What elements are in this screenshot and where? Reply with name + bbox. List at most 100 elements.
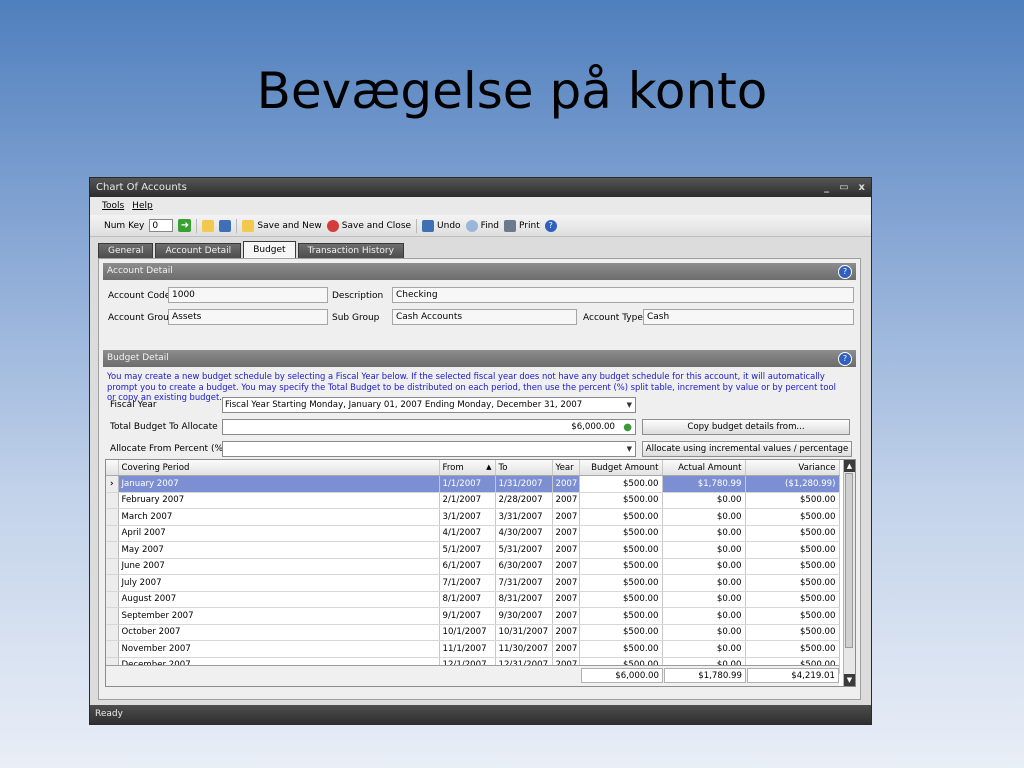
cell-budget[interactable]: $500.00	[579, 574, 663, 592]
cell-actual: $0.00	[662, 541, 746, 559]
cell-budget[interactable]: $500.00	[579, 624, 663, 641]
cell-budget[interactable]: $500.00	[579, 492, 663, 509]
account-code-field[interactable]: 1000	[168, 287, 328, 303]
column-header-from[interactable]: From ▲	[439, 460, 496, 476]
save-and-new-button[interactable]: Save and New	[242, 219, 322, 232]
cell-period: July 2007	[118, 574, 440, 592]
cell-budget[interactable]: $500.00	[579, 508, 663, 526]
table-row[interactable]: July 2007 7/1/2007 7/31/2007 2007 $500.00 $0.…	[106, 574, 840, 592]
table-row[interactable]: March 2007 3/1/2007 3/31/2007 2007 $500.00 $0…	[106, 508, 840, 526]
column-header-period[interactable]: Covering Period	[118, 460, 440, 476]
cell-actual: $0.00	[662, 574, 746, 592]
row-indicator[interactable]	[106, 574, 119, 592]
save-icon[interactable]	[219, 219, 232, 232]
table-row[interactable]: April 2007 4/1/2007 4/30/2007 2007 $500.00 $0…	[106, 525, 840, 542]
close-button[interactable]: x	[859, 178, 865, 197]
tab-general[interactable]: General	[98, 243, 154, 259]
find-button[interactable]: Find	[465, 219, 499, 232]
help-icon[interactable]: ?	[838, 265, 852, 279]
description-field[interactable]: Checking	[392, 287, 854, 303]
table-row[interactable]: September 2007 9/1/2007 9/30/2007 2007 $500.…	[106, 607, 840, 625]
go-arrow-icon[interactable]: ➜	[178, 219, 192, 232]
table-row[interactable]: May 2007 5/1/2007 5/31/2007 2007 $500.00 $0.0…	[106, 541, 840, 559]
tab-transaction-history[interactable]: Transaction History	[297, 243, 404, 259]
column-header-variance[interactable]: Variance	[745, 460, 840, 476]
cell-to: 2/28/2007	[495, 492, 553, 509]
column-header-budget[interactable]: Budget Amount	[579, 460, 663, 476]
row-indicator[interactable]	[106, 541, 119, 559]
cell-budget[interactable]: $500.00	[579, 558, 663, 575]
allocate-incremental-button[interactable]: Allocate using incremental values / perc…	[642, 441, 852, 469]
menu-help[interactable]: Help	[132, 201, 153, 211]
row-indicator[interactable]	[106, 591, 119, 608]
table-row[interactable]: › January 2007 1/1/2007 1/31/2007 2007 $500.0…	[106, 475, 840, 493]
budget-detail-header: Budget Detail ?	[103, 350, 856, 367]
tab-budget[interactable]: Budget	[243, 241, 296, 259]
table-row[interactable]: June 2007 6/1/2007 6/30/2007 2007 $500.00 $0.…	[106, 558, 840, 575]
row-indicator[interactable]	[106, 492, 119, 509]
row-indicator[interactable]	[106, 607, 119, 625]
row-indicator[interactable]	[106, 558, 119, 575]
cell-variance: ($1,280.99)	[745, 475, 840, 493]
cell-budget[interactable]: $500.00	[579, 525, 663, 542]
scroll-thumb[interactable]	[845, 473, 853, 648]
help-icon[interactable]: ?	[838, 352, 852, 366]
save-new-icon	[242, 219, 255, 232]
cell-period: February 2007	[118, 492, 440, 509]
table-row[interactable]: November 2007 11/1/2007 11/30/2007 2007 $500…	[106, 640, 840, 658]
status-text: Ready	[95, 709, 123, 719]
cell-from: 10/1/2007	[439, 624, 496, 641]
row-indicator[interactable]	[106, 525, 119, 542]
help-icon[interactable]: ?	[544, 219, 557, 232]
cell-budget[interactable]: $500.00	[579, 541, 663, 559]
cell-budget[interactable]: $500.00	[579, 591, 663, 608]
account-type-field[interactable]: Cash	[643, 309, 854, 325]
num-key-input[interactable]: 0	[149, 219, 174, 232]
cell-variance: $500.00	[745, 640, 840, 658]
cell-year: 2007	[552, 492, 580, 509]
scroll-up-icon[interactable]: ▲	[844, 460, 855, 472]
cell-actual: $0.00	[662, 624, 746, 641]
cell-budget[interactable]: $500.00	[579, 475, 663, 493]
budget-tab-content: Account Detail ? Account Code 1000 Descr…	[98, 258, 861, 700]
cell-budget[interactable]: $500.00	[579, 640, 663, 658]
cell-variance: $500.00	[745, 508, 840, 526]
cell-actual: $0.00	[662, 640, 746, 658]
cell-variance: $500.00	[745, 574, 840, 592]
account-group-field[interactable]: Assets	[168, 309, 328, 325]
cell-to: 10/31/2007	[495, 624, 553, 641]
total-budget-input[interactable]: $6,000.00 ●	[222, 419, 636, 435]
new-icon[interactable]	[202, 219, 215, 232]
column-header-year[interactable]: Year	[552, 460, 580, 476]
grid-scrollbar[interactable]: ▲ ▼	[843, 460, 855, 686]
tab-account-detail[interactable]: Account Detail	[155, 243, 242, 259]
calculator-icon[interactable]: ●	[623, 420, 632, 435]
cell-budget[interactable]: $500.00	[579, 607, 663, 625]
cell-variance: $500.00	[745, 624, 840, 641]
minimize-button[interactable]: _	[824, 178, 829, 197]
allocate-percent-dropdown[interactable]: ▼	[222, 441, 636, 457]
cell-variance: $500.00	[745, 591, 840, 608]
cell-to: 4/30/2007	[495, 525, 553, 542]
row-indicator[interactable]	[106, 640, 119, 658]
undo-button[interactable]: Undo	[422, 219, 461, 232]
save-and-close-button[interactable]: Save and Close	[326, 219, 411, 232]
cell-from: 2/1/2007	[439, 492, 496, 509]
maximize-button[interactable]: ▭	[839, 178, 848, 197]
fiscal-year-dropdown[interactable]: Fiscal Year Starting Monday, January 01,…	[222, 397, 636, 413]
copy-budget-button[interactable]: Copy budget details from...	[642, 419, 850, 435]
scroll-down-icon[interactable]: ▼	[844, 674, 855, 686]
cell-to: 1/31/2007	[495, 475, 553, 493]
table-row[interactable]: October 2007 10/1/2007 10/31/2007 2007 $500.…	[106, 624, 840, 641]
row-indicator[interactable]	[106, 624, 119, 641]
table-row[interactable]: August 2007 8/1/2007 8/31/2007 2007 $500.00 $…	[106, 591, 840, 608]
print-button[interactable]: Print	[504, 219, 540, 232]
sub-group-field[interactable]: Cash Accounts	[392, 309, 577, 325]
row-indicator[interactable]	[106, 508, 119, 526]
row-indicator[interactable]: ›	[106, 475, 119, 493]
menu-tools[interactable]: Tools	[102, 201, 124, 211]
column-header-actual[interactable]: Actual Amount	[662, 460, 746, 476]
total-budget-amount: $6,000.00	[581, 668, 663, 683]
table-row[interactable]: February 2007 2/1/2007 2/28/2007 2007 $500.0…	[106, 492, 840, 509]
column-header-to[interactable]: To	[495, 460, 553, 476]
